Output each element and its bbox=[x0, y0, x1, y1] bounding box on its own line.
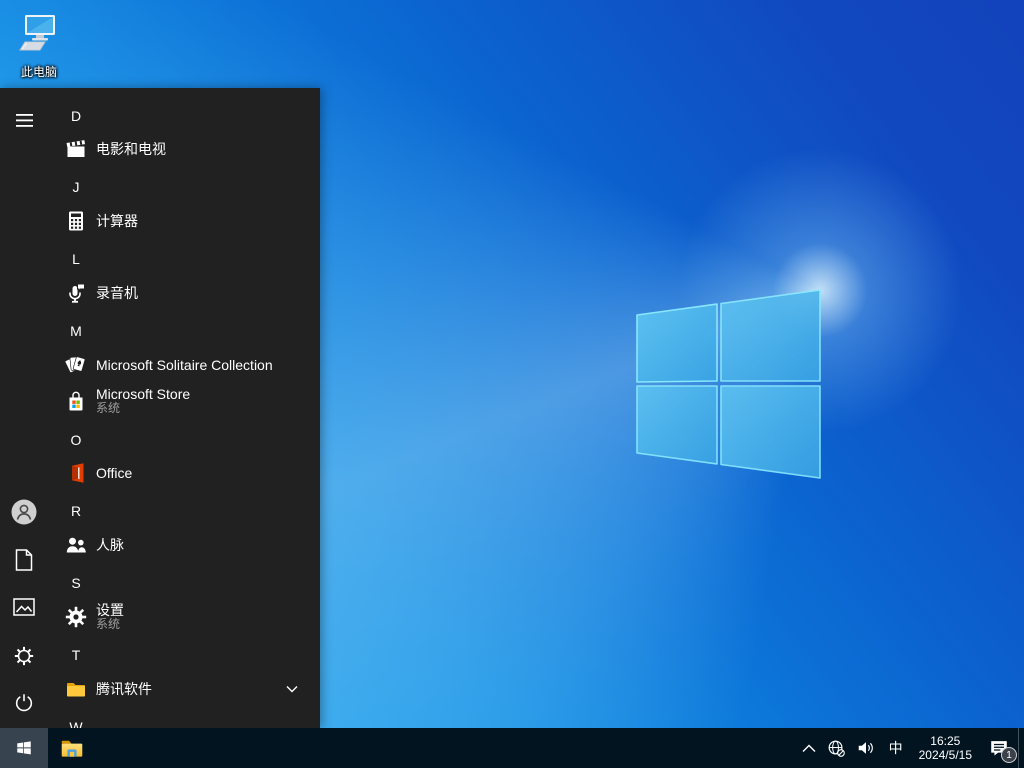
start-menu: D 电影和电视 J 计算器 L 录音机 M Microsoft Solitair… bbox=[0, 88, 320, 728]
file-explorer-icon bbox=[61, 740, 83, 757]
start-section-header-j[interactable]: J bbox=[64, 169, 314, 205]
documents-icon bbox=[15, 549, 33, 571]
calculator-icon bbox=[64, 209, 88, 233]
ime-indicator[interactable]: 中 bbox=[881, 728, 911, 768]
pictures-button[interactable] bbox=[0, 583, 48, 631]
store-bag-icon bbox=[64, 389, 88, 413]
start-section-header-w[interactable]: W bbox=[64, 709, 314, 728]
start-app-movies-tv[interactable]: 电影和电视 bbox=[64, 131, 314, 167]
start-section-header-d[interactable]: D bbox=[64, 98, 314, 134]
start-section-header-s[interactable]: S bbox=[64, 565, 314, 601]
user-account-button[interactable] bbox=[0, 488, 48, 536]
start-app-microsoft-store[interactable]: Microsoft Store 系统 bbox=[64, 381, 314, 421]
file-explorer-button[interactable] bbox=[48, 728, 96, 768]
pictures-icon bbox=[13, 598, 35, 616]
clock-time: 16:25 bbox=[930, 734, 961, 748]
hamburger-icon bbox=[15, 113, 33, 127]
start-menu-expand-button[interactable] bbox=[0, 96, 48, 144]
settings-rail-button[interactable] bbox=[0, 632, 48, 680]
app-sublabel: 系统 bbox=[96, 401, 121, 416]
power-icon bbox=[15, 694, 33, 712]
action-center-button[interactable]: 1 bbox=[980, 728, 1018, 768]
tray-expand-button[interactable] bbox=[797, 728, 821, 768]
voice-recorder-icon bbox=[64, 281, 88, 305]
settings-gear-icon bbox=[64, 605, 88, 629]
clock-date: 2024/5/15 bbox=[918, 748, 972, 762]
start-app-settings[interactable]: 设置 系统 bbox=[64, 597, 314, 637]
documents-button[interactable] bbox=[0, 536, 48, 584]
gear-icon bbox=[14, 646, 34, 666]
solitaire-cards-icon bbox=[64, 353, 88, 377]
chevron-up-icon bbox=[802, 744, 816, 752]
app-sublabel: 系统 bbox=[96, 617, 121, 632]
start-app-calculator[interactable]: 计算器 bbox=[64, 203, 314, 239]
windows-start-icon bbox=[17, 741, 31, 755]
start-app-voice-recorder[interactable]: 录音机 bbox=[64, 275, 314, 311]
start-app-office[interactable]: Office bbox=[64, 455, 314, 491]
office-logo-icon bbox=[64, 461, 88, 485]
start-section-header-m[interactable]: M bbox=[64, 313, 314, 349]
start-section-header-r[interactable]: R bbox=[64, 493, 314, 529]
speaker-icon bbox=[858, 742, 873, 754]
this-pc-label: 此电脑 bbox=[20, 65, 57, 79]
start-section-header-o[interactable]: O bbox=[64, 422, 314, 458]
taskbar-empty-area bbox=[96, 728, 797, 768]
power-button[interactable] bbox=[0, 679, 48, 727]
start-folder-tencent[interactable]: 腾讯软件 bbox=[64, 671, 314, 707]
windows-logo-wallpaper bbox=[636, 289, 821, 479]
movies-tv-icon bbox=[64, 137, 88, 161]
folder-icon bbox=[64, 677, 88, 701]
start-app-solitaire[interactable]: Microsoft Solitaire Collection bbox=[64, 347, 314, 383]
start-section-header-t[interactable]: T bbox=[64, 637, 314, 673]
show-desktop-button[interactable] bbox=[1018, 728, 1024, 768]
this-pc-icon bbox=[17, 15, 61, 60]
system-tray: 中 16:25 2024/5/15 1 bbox=[797, 728, 1024, 768]
chevron-down-icon[interactable] bbox=[286, 680, 298, 698]
start-button[interactable] bbox=[0, 728, 48, 768]
globe-offline-icon bbox=[828, 740, 845, 757]
user-avatar-icon bbox=[11, 499, 37, 525]
notification-badge: 1 bbox=[1001, 747, 1017, 763]
start-app-people[interactable]: 人脉 bbox=[64, 527, 314, 563]
start-section-header-l[interactable]: L bbox=[64, 241, 314, 277]
volume-button[interactable] bbox=[851, 728, 881, 768]
network-status-button[interactable] bbox=[821, 728, 851, 768]
taskbar: 中 16:25 2024/5/15 1 bbox=[0, 728, 1024, 768]
people-icon bbox=[64, 533, 88, 557]
desktop-icon-this-pc[interactable]: 此电脑 bbox=[10, 12, 68, 80]
taskbar-clock[interactable]: 16:25 2024/5/15 bbox=[911, 728, 980, 768]
